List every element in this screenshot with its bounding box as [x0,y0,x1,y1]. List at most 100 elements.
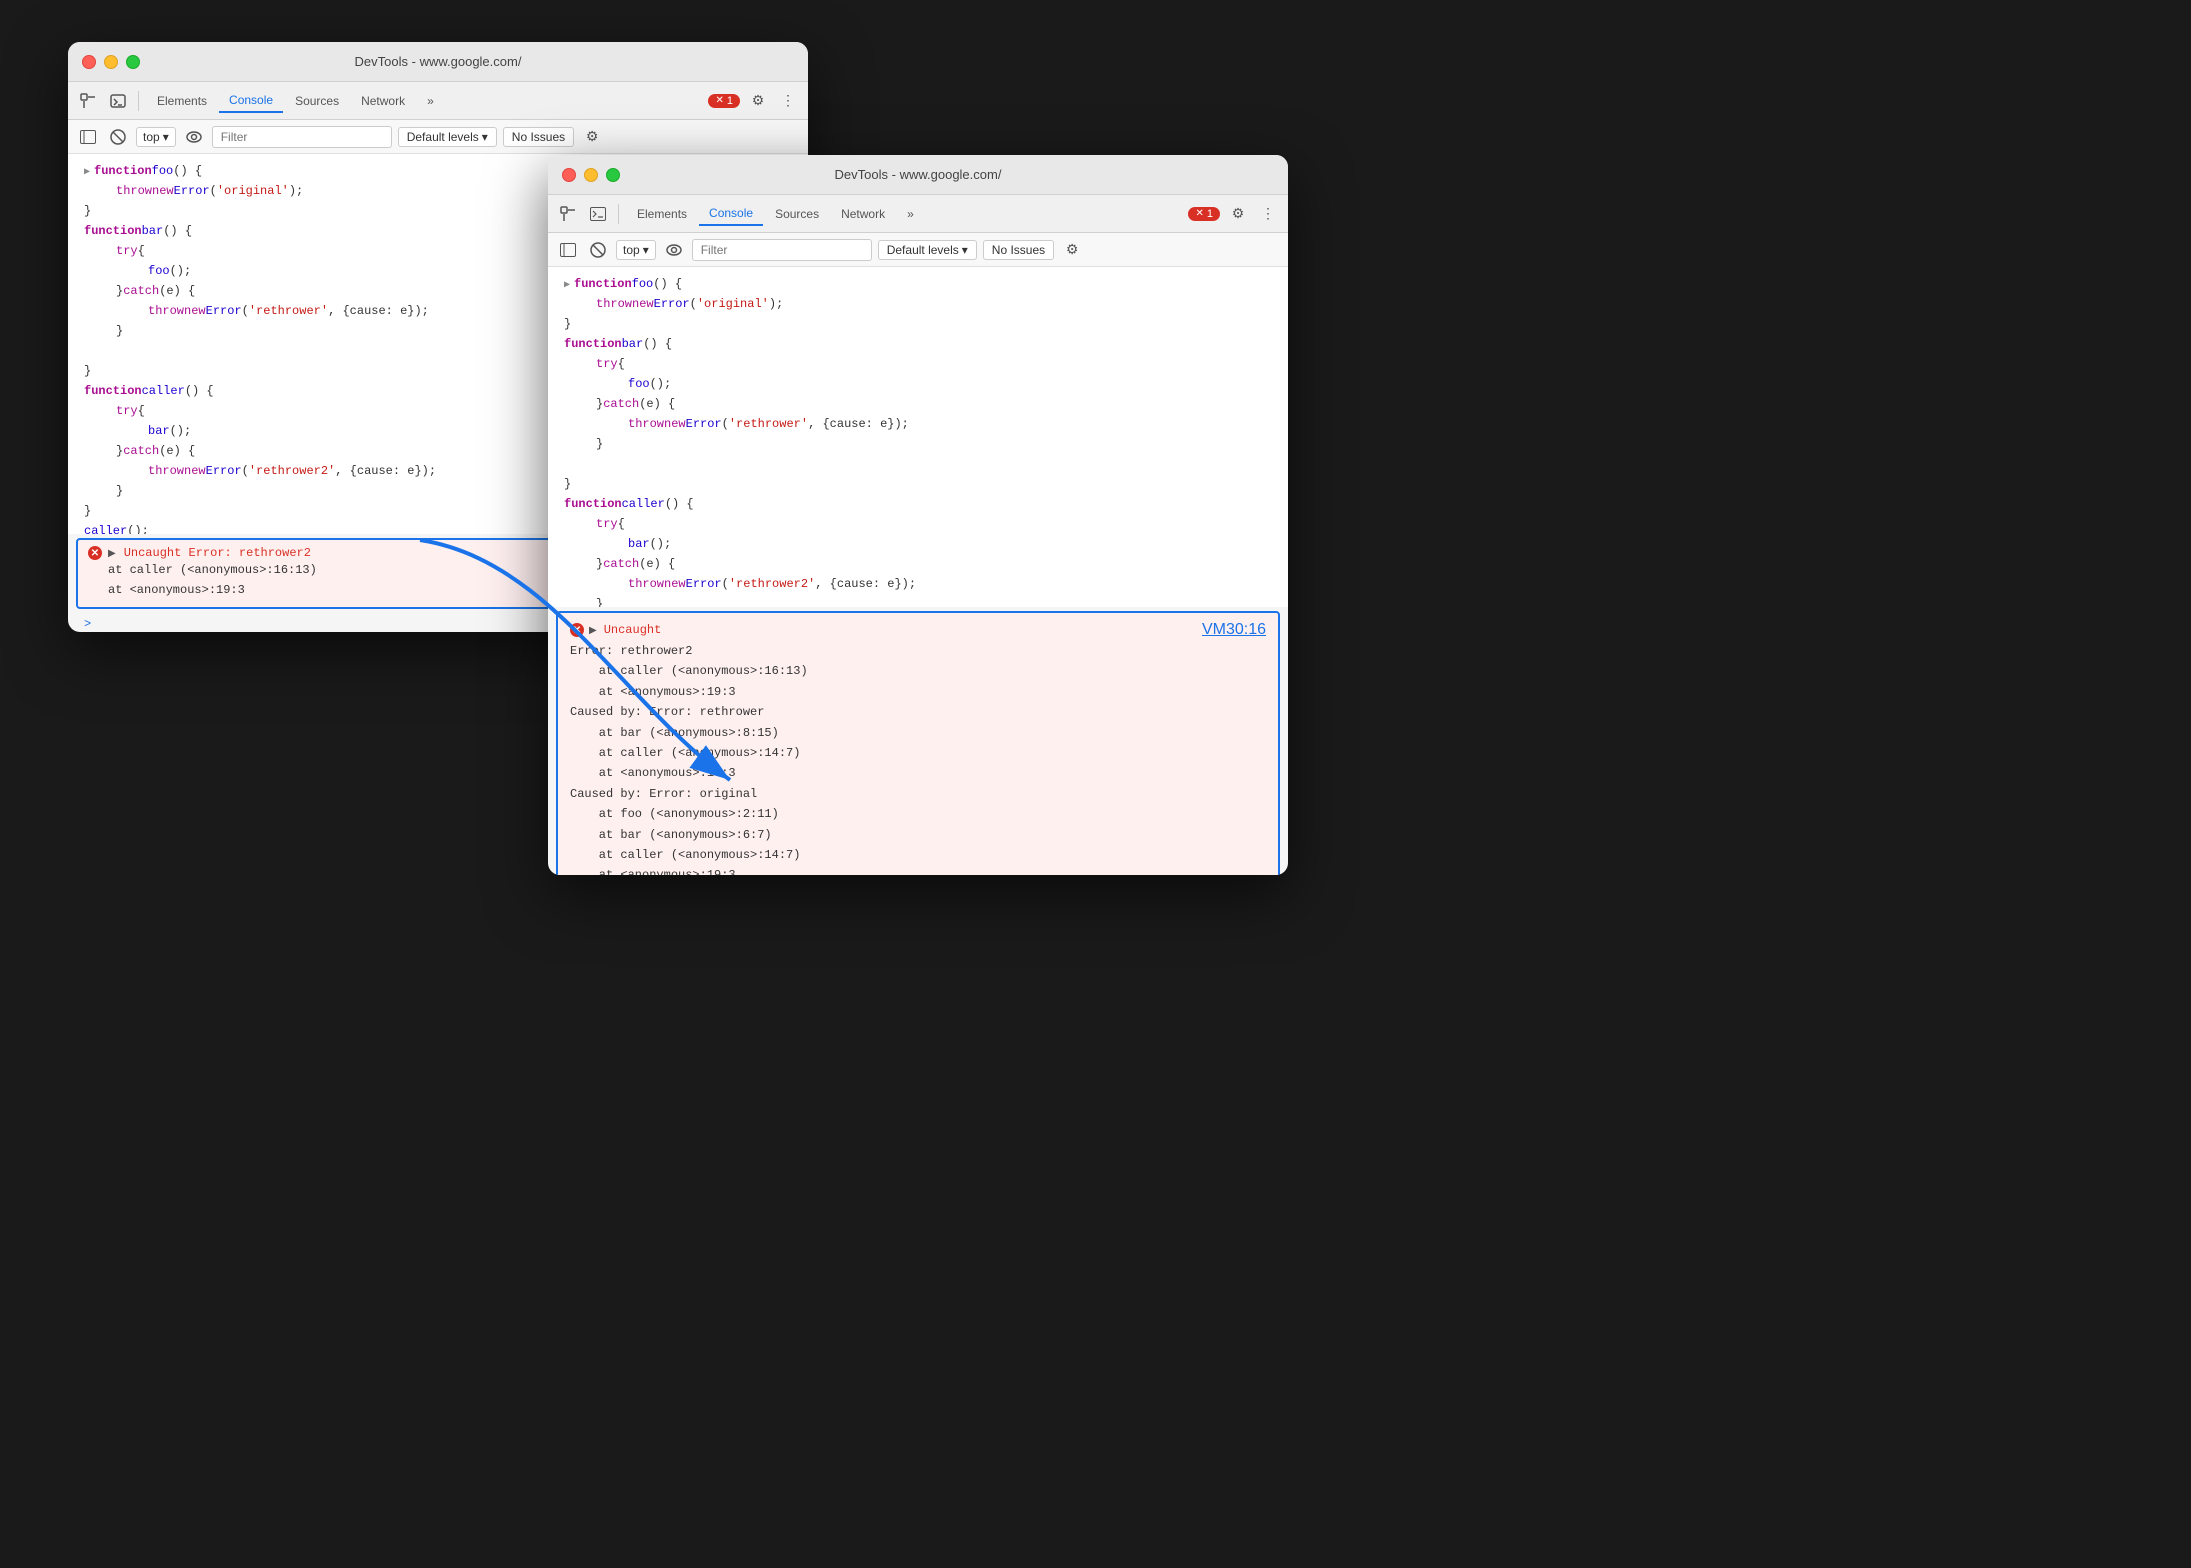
error-line-5: at <anonymous>:19:3 [570,763,1266,783]
error-badge-count-back: 1 [727,95,733,107]
sidebar-toggle-back[interactable] [76,125,100,149]
expand-icon[interactable]: ▶ [84,165,90,181]
code-line-f6: foo(); [548,375,1288,395]
toolbar-right-back: ✕ 1 ⚙ ⋮ [708,89,800,113]
chevron-down-icon-front: ▾ [643,243,649,257]
tab-network-back[interactable]: Network [351,90,415,112]
tab-more-back[interactable]: » [417,90,444,112]
code-line-f12: function caller() { [548,495,1288,515]
context-value-front: top [623,243,640,257]
error-line-2: at <anonymous>:19:3 [570,682,1266,702]
expand-icon-f[interactable]: ▶ [564,278,570,294]
maximize-button[interactable] [126,55,140,69]
settings-icon-console-front[interactable]: ⚙ [1060,238,1084,262]
clear-console-back[interactable] [106,125,130,149]
code-line-f10 [548,455,1288,475]
tab-elements-front[interactable]: Elements [627,203,697,225]
console-toolbar-front: top ▾ Default levels ▾ No Issues ⚙ [548,233,1288,267]
code-line-f1: ▶ function foo() { [548,275,1288,295]
filter-input-front[interactable] [692,239,872,261]
chevron-down-icon-2: ▾ [482,130,488,144]
error-badge-back[interactable]: ✕ 1 [708,94,740,108]
traffic-lights-front [562,168,620,182]
minimize-button[interactable] [104,55,118,69]
maximize-button-front[interactable] [606,168,620,182]
console-icon[interactable] [106,89,130,113]
close-button-front[interactable] [562,168,576,182]
code-line-f9: } [548,435,1288,455]
code-line-f7: } catch (e) { [548,395,1288,415]
devtools-window-front: DevTools - www.google.com/ Elements Cons… [548,155,1288,875]
error-row-front: ✕ ▶ Uncaught VM30:16 Error: rethrower2 a… [556,611,1280,875]
toolbar-separator-front [618,204,619,224]
code-line-f16: throw new Error('rethrower2', {cause: e}… [548,575,1288,595]
toolbar-right-front: ✕ 1 ⚙ ⋮ [1188,202,1280,226]
expand-arrow-front[interactable]: ▶ [589,625,597,636]
no-issues-btn-front[interactable]: No Issues [983,240,1054,260]
console-toolbar-back: top ▾ Default levels ▾ No Issues ⚙ [68,120,808,154]
error-detail-block: Error: rethrower2 at caller (<anonymous>… [570,641,1266,875]
main-toolbar-back: Elements Console Sources Network » ✕ 1 ⚙… [68,82,808,120]
no-issues-btn-back[interactable]: No Issues [503,127,574,147]
error-icon-front: ✕ [570,623,584,637]
context-selector-back[interactable]: top ▾ [136,127,176,147]
window-title-back: DevTools - www.google.com/ [355,54,522,69]
more-menu-icon-back[interactable]: ⋮ [776,89,800,113]
tab-more-front[interactable]: » [897,203,924,225]
console-icon-front[interactable] [586,202,610,226]
eye-icon-back[interactable] [182,125,206,149]
code-line-f5: try { [548,355,1288,375]
error-badge-icon-front: ✕ [1195,208,1203,219]
titlebar-front: DevTools - www.google.com/ [548,155,1288,195]
settings-icon-console-back[interactable]: ⚙ [580,125,604,149]
error-badge-icon: ✕ [715,95,723,106]
default-levels-btn-back[interactable]: Default levels ▾ [398,127,497,147]
error-line-7: at bar (<anonymous>:6:7) [570,825,1266,845]
context-selector-front[interactable]: top ▾ [616,240,656,260]
error-line-1: at caller (<anonymous>:16:13) [570,661,1266,681]
traffic-lights-back [82,55,140,69]
code-line-f11: } [548,475,1288,495]
tab-sources-front[interactable]: Sources [765,203,829,225]
nav-tabs-back: Elements Console Sources Network » [147,89,444,113]
code-area-front: ▶ function foo() { throw new Error('orig… [548,267,1288,607]
minimize-button-front[interactable] [584,168,598,182]
code-line-f2: throw new Error('original'); [548,295,1288,315]
expand-arrow-back[interactable]: ▶ [108,548,116,559]
tab-console-back[interactable]: Console [219,89,283,113]
tab-elements-back[interactable]: Elements [147,90,217,112]
titlebar-back: DevTools - www.google.com/ [68,42,808,82]
tab-network-front[interactable]: Network [831,203,895,225]
error-title-back: Uncaught Error: rethrower2 [124,546,311,560]
settings-icon-back[interactable]: ⚙ [746,89,770,113]
sidebar-toggle-front[interactable] [556,238,580,262]
eye-icon-front[interactable] [662,238,686,262]
clear-console-front[interactable] [586,238,610,262]
code-line-f17: } [548,595,1288,607]
toolbar-separator-1 [138,91,139,111]
tab-sources-back[interactable]: Sources [285,90,349,112]
error-line-9: at <anonymous>:19:3 [570,865,1266,875]
code-line-f15: } catch (e) { [548,555,1288,575]
inspect-icon[interactable] [76,89,100,113]
error-line-3: at bar (<anonymous>:8:15) [570,723,1266,743]
inspect-icon-front[interactable] [556,202,580,226]
filter-input-back[interactable] [212,126,392,148]
vm-link[interactable]: VM30:16 [1202,621,1266,639]
default-levels-btn-front[interactable]: Default levels ▾ [878,240,977,260]
code-line-f13: try { [548,515,1288,535]
chevron-down-icon-front-2: ▾ [962,243,968,257]
code-line-f8: throw new Error('rethrower', {cause: e})… [548,415,1288,435]
error-line-0: Error: rethrower2 [570,641,1266,661]
error-caused-label-1: Caused by: Error: rethrower [570,702,1266,722]
main-toolbar-front: Elements Console Sources Network » ✕ 1 ⚙… [548,195,1288,233]
code-line-f4: function bar() { [548,335,1288,355]
close-button[interactable] [82,55,96,69]
more-menu-icon-front[interactable]: ⋮ [1256,202,1280,226]
error-caused-label-2: Caused by: Error: original [570,784,1266,804]
tab-console-front[interactable]: Console [699,202,763,226]
settings-icon-front[interactable]: ⚙ [1226,202,1250,226]
code-line-f14: bar(); [548,535,1288,555]
error-badge-front[interactable]: ✕ 1 [1188,207,1220,221]
nav-tabs-front: Elements Console Sources Network » [627,202,924,226]
